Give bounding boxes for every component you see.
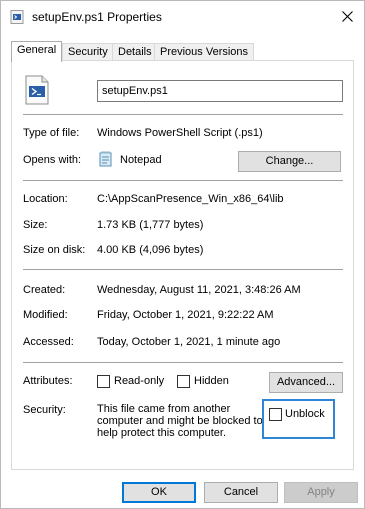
read-only-checkbox[interactable] xyxy=(97,375,110,388)
close-icon xyxy=(341,10,353,22)
tab-general[interactable]: General xyxy=(11,41,63,62)
hidden-checkbox[interactable] xyxy=(177,375,190,388)
modified-label: Modified: xyxy=(23,309,68,321)
window-title: setupEnv.ps1 Properties xyxy=(32,10,162,24)
security-label: Security: xyxy=(23,404,66,416)
notepad-icon xyxy=(99,151,112,167)
file-name-field[interactable] xyxy=(97,80,343,102)
title-bar[interactable]: setupEnv.ps1 Properties xyxy=(1,1,364,31)
accessed-value: Today, October 1, 2021, 1 minute ago xyxy=(97,336,281,348)
apply-button[interactable]: Apply xyxy=(284,482,358,503)
accessed-label: Accessed: xyxy=(23,336,74,348)
unblock-label[interactable]: Unblock xyxy=(285,408,325,420)
size-label: Size: xyxy=(23,219,48,231)
unblock-checkbox[interactable] xyxy=(269,408,282,421)
type-label: Type of file: xyxy=(23,127,80,139)
opens-with-value: Notepad xyxy=(120,154,162,166)
read-only-label[interactable]: Read-only xyxy=(114,375,164,387)
ok-button[interactable]: OK xyxy=(122,482,196,503)
change-button[interactable]: Change... xyxy=(238,151,341,172)
cancel-button[interactable]: Cancel xyxy=(204,482,278,503)
location-label: Location: xyxy=(23,193,68,205)
type-value: Windows PowerShell Script (.ps1) xyxy=(97,127,263,139)
divider xyxy=(23,269,343,270)
properties-dialog: setupEnv.ps1 Properties General Security… xyxy=(0,0,365,509)
tab-security[interactable]: Security xyxy=(62,43,114,61)
opens-with-label: Opens with: xyxy=(23,154,82,166)
location-value: C:\AppScanPresence_Win_x86_64\lib xyxy=(97,193,284,205)
attributes-label: Attributes: xyxy=(23,375,73,387)
advanced-button[interactable]: Advanced... xyxy=(269,372,343,393)
divider xyxy=(23,362,343,363)
modified-value: Friday, October 1, 2021, 9:22:22 AM xyxy=(97,309,274,321)
size-value: 1.73 KB (1,777 bytes) xyxy=(97,219,204,231)
hidden-label[interactable]: Hidden xyxy=(194,375,229,387)
size-on-disk-label: Size on disk: xyxy=(23,244,86,256)
size-on-disk-value: 4.00 KB (4,096 bytes) xyxy=(97,244,204,256)
security-message: This file came from another computer and… xyxy=(97,403,263,439)
tab-details[interactable]: Details xyxy=(112,43,158,61)
divider xyxy=(23,180,343,181)
created-label: Created: xyxy=(23,284,66,296)
created-value: Wednesday, August 11, 2021, 3:48:26 AM xyxy=(97,284,301,296)
powershell-script-icon xyxy=(25,75,49,105)
close-button[interactable] xyxy=(330,1,364,31)
divider xyxy=(23,114,343,115)
tab-previous-versions[interactable]: Previous Versions xyxy=(154,43,255,61)
powershell-file-icon xyxy=(10,10,24,24)
